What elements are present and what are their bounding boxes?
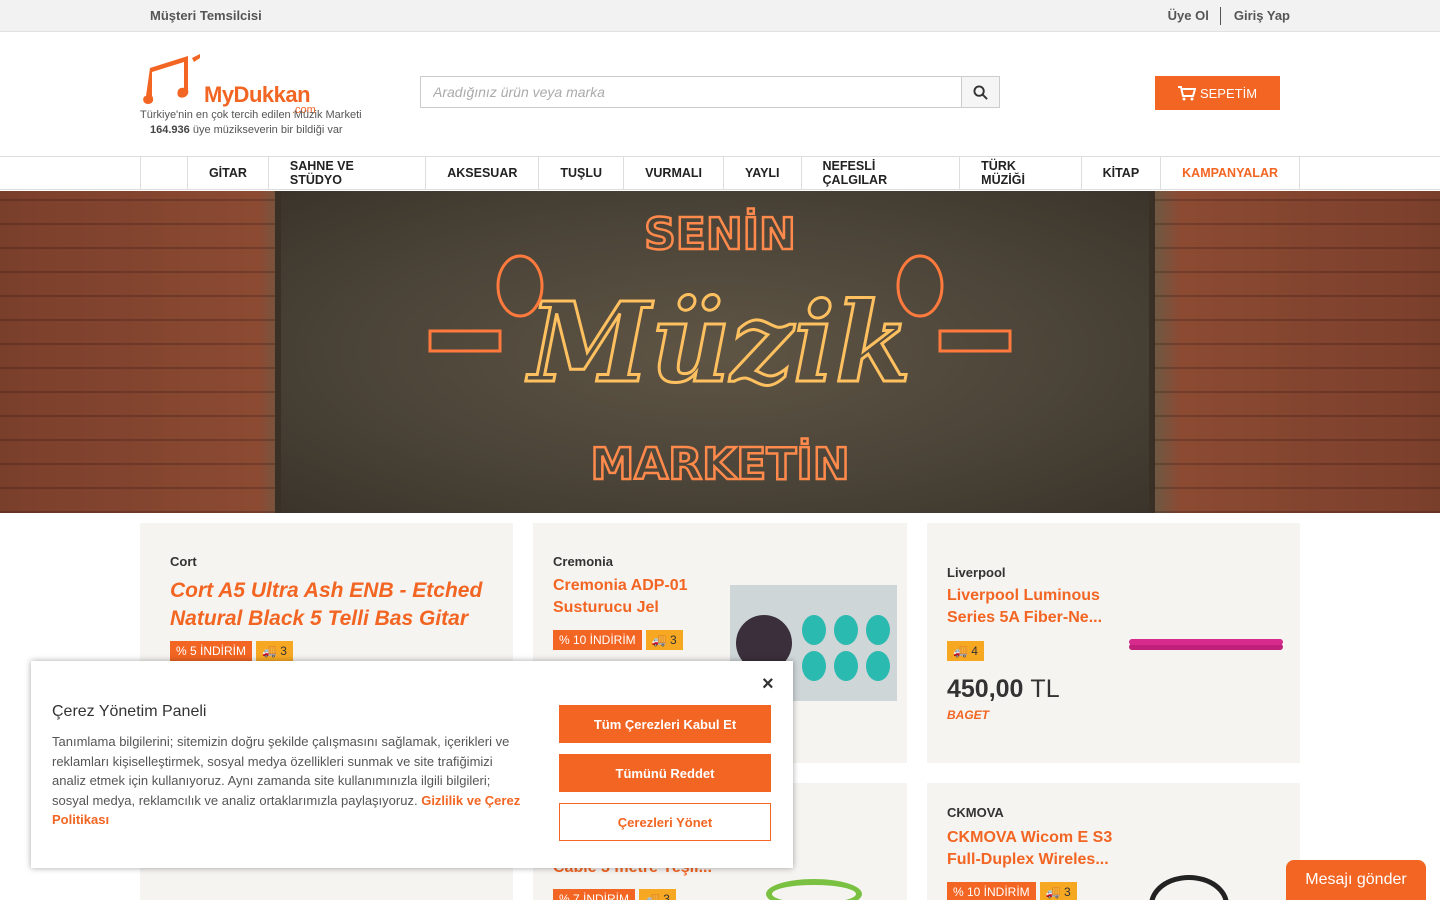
product-title-line: CKMOVA Wicom E S3 [947,829,1113,846]
nav-home[interactable] [141,157,188,189]
nav-item-turk-muzigi[interactable]: TÜRK MÜZİĞİ [960,157,1082,189]
register-link[interactable]: Üye Ol [1168,8,1209,23]
product-image[interactable] [766,879,862,900]
product-brand: CKMOVA [947,805,1004,820]
cookie-panel-title: Çerez Yönetim Paneli [52,703,207,720]
header: MyDukkan .com Türkiye'nin en çok tercih … [0,32,1440,157]
search-icon [973,84,988,100]
price-currency: TL [1030,675,1060,703]
discount-badge: % 7 İNDİRİM [553,889,636,900]
customer-support-link[interactable]: Müşteri Temsilcisi [150,8,262,23]
topbar: Müşteri Temsilcisi Üye Ol Giriş Yap [0,0,1440,32]
main-nav: GİTAR SAHNE VE STÜDYO AKSESUAR TUŞLU VUR… [0,157,1440,190]
product-image[interactable] [1129,639,1283,645]
shipping-badge: 🚚 4 [947,641,984,661]
nav-item-tuslu[interactable]: TUŞLU [539,157,625,189]
chat-send-message-button[interactable]: Mesajı gönder [1286,860,1426,900]
nav-item-sahne-ve-studyo[interactable]: SAHNE VE STÜDYO [269,157,427,189]
cookie-consent-panel: × Çerez Yönetim Paneli Tanımlama bilgile… [31,661,793,868]
price-value: 450,00 [947,675,1024,703]
discount-badge: % 10 İNDİRİM [947,882,1036,900]
product-brand: Liverpool [947,565,1006,580]
accept-all-cookies-button[interactable]: Tüm Çerezleri Kabul Et [559,705,771,743]
product-title[interactable]: CKMOVA Wicom E S3 Full-Duplex Wireles... [947,827,1112,871]
search-bar [420,76,1000,108]
cookie-panel-text: Tanımlama bilgilerini; sitemizin doğru ş… [52,732,522,830]
tagline-text: Türkiye'nin en çok tercih edilen Müzik M… [140,109,362,121]
shipping-badge: 🚚 3 [645,630,683,650]
shipping-badge: 🚚 3 [256,641,293,661]
nav-item-aksesuar[interactable]: AKSESUAR [426,157,540,189]
neon-bottom-text: MARKETİN [590,437,849,490]
cart-icon [1177,85,1196,100]
nav-item-kitap[interactable]: KİTAP [1082,157,1162,189]
discount-badge: % 5 İNDİRİM [170,641,253,661]
divider [1219,6,1221,25]
neon-main-text: Müzik [525,278,911,407]
shipping-days: 3 [669,633,677,647]
close-icon[interactable]: × [762,673,774,696]
product-brand: Cort [170,554,197,569]
member-text: üye müzikseverin bir bildiği var [189,124,343,136]
product-title-line: Susturucu Jel [553,599,659,616]
member-count: 164.936 [150,124,190,136]
nav-item-gitar[interactable]: GİTAR [188,157,269,189]
neon-top-text: SENİN [644,207,796,260]
product-card[interactable]: CKMOVA CKMOVA Wicom E S3 Full-Duplex Wir… [927,783,1300,900]
guitar-icon [428,329,502,353]
guitar-icon [938,329,1012,353]
search-input[interactable] [421,77,961,107]
product-title-line: Full-Duplex Wireles... [947,851,1109,868]
site-logo[interactable]: MyDukkan .com [140,50,370,116]
nav-item-nefesli[interactable]: NEFESLİ ÇALGILAR [802,157,961,189]
product-card[interactable]: Liverpool Liverpool Luminous Series 5A F… [927,523,1300,763]
hero-banner[interactable]: SENİN Müzik MARKETİN ‹ › [0,191,1440,513]
tagline: Türkiye'nin en çok tercih edilen Müzik M… [140,108,362,138]
cart-label: SEPETİM [1199,85,1258,101]
product-brand: Cremonia [553,554,613,569]
search-button[interactable] [961,77,999,107]
reject-all-cookies-button[interactable]: Tümünü Reddet [559,754,771,792]
shipping-days: 4 [971,644,978,658]
product-title-line: Cremonia ADP-01 [553,577,688,594]
product-image[interactable] [1149,875,1229,900]
nav-item-yayli[interactable]: YAYLI [724,157,802,189]
cart-button[interactable]: SEPETİM [1155,76,1280,110]
product-title-line: Series 5A Fiber-Ne... [947,609,1103,626]
product-title[interactable]: Cremonia ADP-01 Susturucu Jel [553,575,688,619]
product-price: 450,00 TL [947,675,1060,704]
shipping-days: 3 [663,892,670,900]
product-title[interactable]: Cort A5 Ultra Ash ENB - Etched Natural B… [170,577,482,633]
nav-item-vurmali[interactable]: VURMALI [624,157,725,189]
product-title-line: Natural Black 5 Telli Bas Gitar [170,607,469,630]
product-title-line: Cort A5 Ultra Ash ENB - Etched [170,579,483,602]
shipping-days: 3 [1063,885,1071,899]
nav-item-kampanyalar[interactable]: KAMPANYALAR [1161,157,1300,189]
product-title-line: Liverpool Luminous [947,587,1100,604]
neon-sign-image: SENİN Müzik MARKETİN [428,206,1012,491]
shipping-badge: 🚚 3 [639,889,676,900]
discount-badge: % 10 İNDİRİM [553,630,642,650]
music-cart-logo-icon [143,54,200,104]
shipping-badge: 🚚 3 [1039,882,1077,900]
login-link[interactable]: Giriş Yap [1234,8,1290,23]
shipping-days: 3 [280,644,287,658]
manage-cookies-button[interactable]: Çerezleri Yönet [559,803,771,841]
product-category: BAGET [947,708,989,722]
product-title[interactable]: Liverpool Luminous Series 5A Fiber-Ne... [947,585,1102,629]
